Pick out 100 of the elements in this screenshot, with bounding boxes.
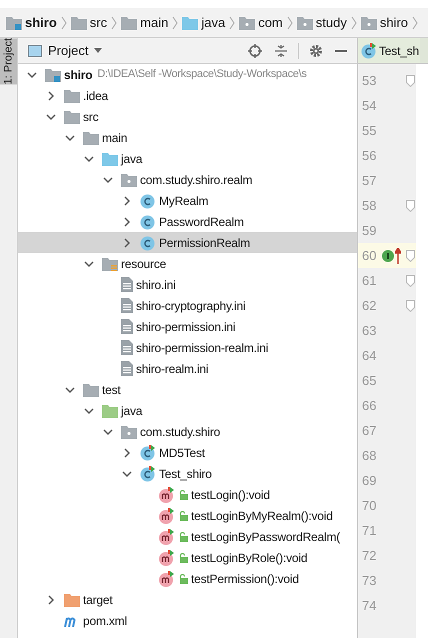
window-icon — [28, 44, 42, 56]
chevron-right-icon[interactable] — [46, 594, 56, 604]
test-class-icon — [361, 42, 377, 58]
folder-icon — [64, 592, 80, 606]
locate-icon[interactable] — [248, 44, 262, 58]
tree-item[interactable]: testLogin():void — [18, 484, 357, 505]
lock-icon — [179, 574, 188, 584]
package-icon — [121, 424, 137, 438]
folder-icon — [64, 110, 80, 124]
line-number: 61 — [361, 272, 378, 290]
tree-item[interactable]: shiro.ini — [18, 274, 357, 295]
chevron-down-icon[interactable] — [103, 174, 113, 184]
settings-icon[interactable] — [309, 44, 323, 58]
folder-icon — [83, 382, 99, 396]
tree-item[interactable]: shiro-cryptography.ini — [18, 295, 357, 316]
tree-item[interactable]: java — [18, 148, 357, 169]
tree-item[interactable]: target — [18, 589, 357, 610]
line-number: 74 — [361, 596, 378, 615]
chevron-down-icon[interactable] — [103, 426, 113, 436]
tree-item[interactable]: com.study.shiro — [18, 421, 357, 442]
tree-item[interactable]: PasswordRealm — [18, 211, 357, 232]
test-class-icon — [140, 444, 156, 460]
tree-item[interactable]: testPermission():void — [18, 568, 357, 589]
chevron-down-icon[interactable] — [46, 112, 56, 122]
line-number: 65 — [361, 372, 378, 390]
breadcrumb-item[interactable]: main — [121, 12, 168, 32]
text-file-icon — [121, 340, 133, 355]
fold-marker-icon[interactable] — [406, 274, 415, 286]
line-number: 55 — [361, 122, 378, 140]
line-number: 58 — [361, 196, 378, 215]
collapse-all-icon[interactable] — [274, 44, 288, 58]
folder-icon — [64, 88, 80, 102]
arrow-up-icon[interactable] — [395, 248, 401, 264]
folder-icon — [102, 152, 118, 166]
chevron-down-icon[interactable] — [84, 406, 94, 416]
tree-item[interactable]: src — [18, 106, 357, 127]
tree-item[interactable]: testLoginByPasswordRealm( — [18, 526, 357, 547]
chevron-right-icon — [350, 16, 357, 30]
breadcrumb-item[interactable]: com — [239, 12, 283, 32]
tree-item[interactable]: resource — [18, 253, 357, 274]
lock-icon — [179, 552, 188, 562]
caret-icon — [94, 48, 102, 53]
class-icon — [140, 234, 156, 250]
breadcrumb-item[interactable]: shiro — [6, 12, 57, 32]
text-file-icon — [121, 319, 133, 334]
tree-item[interactable]: PermissionRealm — [18, 232, 357, 253]
tree-item[interactable]: pom.xml — [18, 610, 357, 631]
tree-item[interactable]: testLoginByMyRealm():void — [18, 505, 357, 526]
breadcrumb-item[interactable]: shiro — [360, 12, 408, 32]
chevron-down-icon[interactable] — [65, 132, 75, 142]
tree-item[interactable]: Test_shiro — [18, 463, 357, 484]
breadcrumb-item[interactable]: src — [70, 12, 108, 32]
chevron-down-icon[interactable] — [84, 258, 94, 268]
tree-item[interactable]: MyRealm — [18, 190, 357, 211]
package-icon — [360, 16, 377, 30]
fold-marker-icon[interactable] — [406, 300, 415, 312]
folder-icon — [70, 16, 87, 30]
chevron-down-icon[interactable] — [122, 468, 132, 478]
view-dropdown[interactable]: Project — [48, 40, 102, 60]
minimize-icon[interactable] — [335, 48, 347, 52]
chevron-right-icon — [111, 16, 118, 30]
tree-item[interactable]: java — [18, 400, 357, 421]
line-number: 73 — [361, 572, 378, 590]
chevron-right-icon[interactable] — [122, 238, 132, 248]
resource-folder-icon — [102, 256, 118, 270]
fold-marker-icon[interactable] — [406, 250, 415, 262]
chevron-right-icon[interactable] — [46, 90, 56, 100]
fold-marker-icon[interactable] — [406, 200, 415, 212]
tree-item[interactable]: main — [18, 127, 357, 148]
tree-item[interactable]: testLoginByRole():void — [18, 547, 357, 568]
project-side-tab[interactable]: 1: Project — [0, 38, 17, 84]
chevron-right-icon[interactable] — [122, 196, 132, 206]
lock-icon — [179, 532, 188, 542]
line-number: 63 — [361, 322, 378, 340]
breadcrumb-item[interactable]: java — [182, 12, 226, 32]
tree-item[interactable]: shiro-realm.ini — [18, 358, 357, 379]
fold-marker-icon[interactable] — [406, 74, 415, 86]
implemented-icon[interactable] — [382, 250, 394, 262]
lock-icon — [179, 510, 188, 520]
chevron-right-icon — [286, 16, 293, 30]
chevron-down-icon[interactable] — [65, 384, 75, 394]
method-icon — [159, 528, 175, 544]
module-folder-icon — [6, 16, 22, 30]
tree-item[interactable]: test — [18, 379, 357, 400]
line-number: 59 — [361, 222, 378, 240]
chevron-down-icon[interactable] — [84, 154, 94, 164]
tree-item[interactable]: shiro D:\IDEA\Self -Workspace\Study-Workspace\s — [18, 64, 357, 85]
tree-item[interactable]: shiro-permission-realm.ini — [18, 337, 357, 358]
breadcrumb-item[interactable]: study — [296, 12, 347, 32]
chevron-right-icon[interactable] — [122, 448, 132, 458]
chevron-down-icon[interactable] — [27, 70, 37, 80]
text-file-icon — [121, 277, 133, 292]
line-number: 68 — [361, 446, 378, 465]
tree-item[interactable]: com.study.shiro.realm — [18, 169, 357, 190]
tree-item[interactable]: .idea — [18, 85, 357, 106]
editor-tab[interactable]: Test_sh — [358, 38, 420, 63]
method-icon — [159, 508, 175, 524]
tree-item[interactable]: shiro-permission.ini — [18, 316, 357, 337]
chevron-right-icon[interactable] — [122, 216, 132, 226]
tree-item[interactable]: MD5Test — [18, 442, 357, 463]
